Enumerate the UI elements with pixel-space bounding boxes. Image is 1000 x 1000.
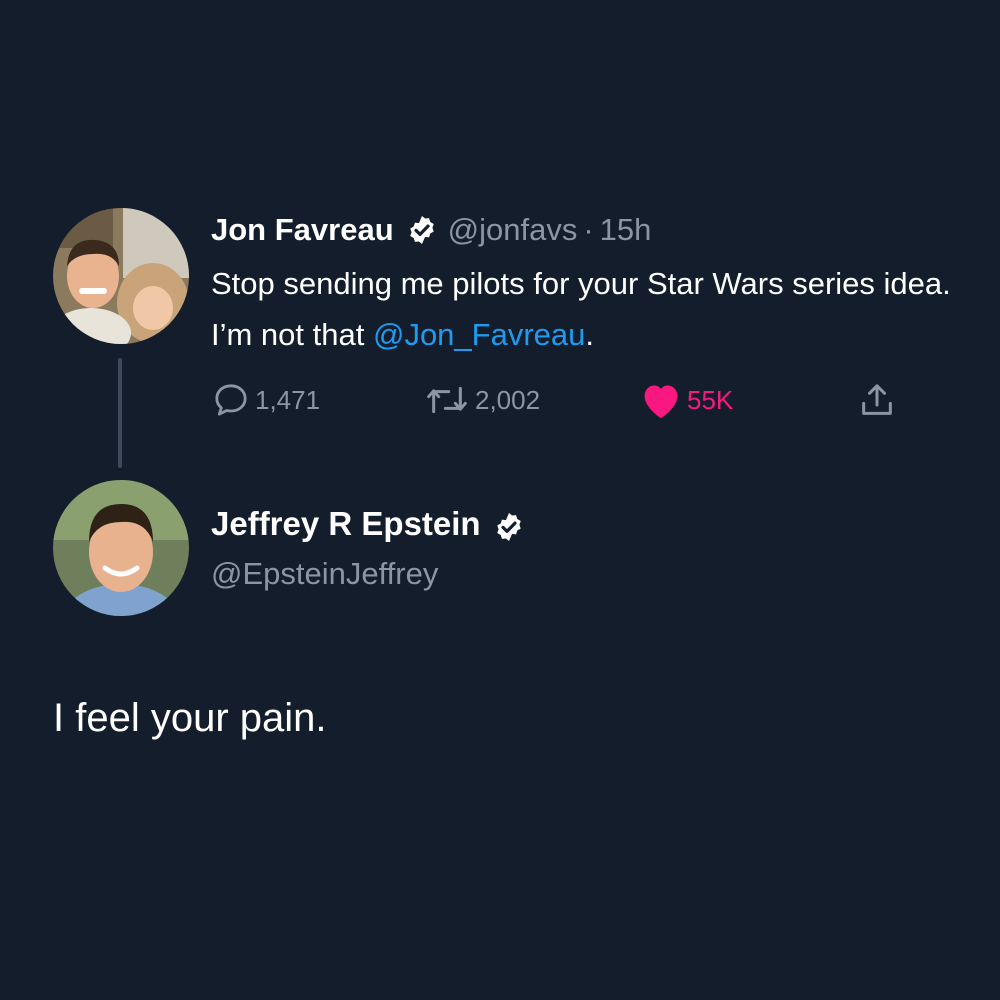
reply-author-name[interactable]: Jeffrey R Epstein <box>211 500 481 548</box>
verified-badge-icon <box>406 214 438 246</box>
author-name[interactable]: Jon Favreau <box>211 208 394 252</box>
retweet-count: 2,002 <box>475 384 541 415</box>
separator-dot: · <box>583 212 594 247</box>
retweet-button[interactable]: 2,002 <box>423 376 540 424</box>
author-handle[interactable]: @jonfavs <box>448 208 578 252</box>
reply-count: 1,471 <box>255 384 321 415</box>
retweet-icon <box>427 386 467 414</box>
tweet-actions-bar: 1,471 2,002 55K <box>211 376 911 424</box>
like-count: 55K <box>687 384 734 415</box>
reply-header: Jeffrey R Epstein <box>211 500 535 548</box>
original-tweet-text: Stop sending me pilots for your Star War… <box>211 258 981 360</box>
share-icon <box>862 384 892 415</box>
original-tweet-avatar[interactable] <box>53 208 189 344</box>
tweet-text-end: . <box>585 317 595 352</box>
avatar-photo-icon <box>53 480 189 616</box>
original-tweet-header: Jon Favreau @jonfavs · 15h <box>211 208 651 252</box>
thread-connector-line <box>118 358 122 468</box>
like-button[interactable]: 55K <box>639 376 733 424</box>
reply-button[interactable]: 1,471 <box>211 376 320 424</box>
mention-link[interactable]: @Jon_Favreau <box>373 317 585 352</box>
reply-icon <box>215 384 247 416</box>
share-button[interactable] <box>857 376 901 424</box>
tweet-timestamp[interactable]: 15h <box>600 208 652 252</box>
heart-icon <box>644 385 678 419</box>
verified-badge-icon <box>493 508 525 541</box>
avatar-photo-icon <box>53 208 189 344</box>
reply-tweet-text: I feel your pain. <box>53 696 327 740</box>
reply-avatar[interactable] <box>53 480 189 616</box>
reply-author-handle[interactable]: @EpsteinJeffrey <box>211 552 438 596</box>
